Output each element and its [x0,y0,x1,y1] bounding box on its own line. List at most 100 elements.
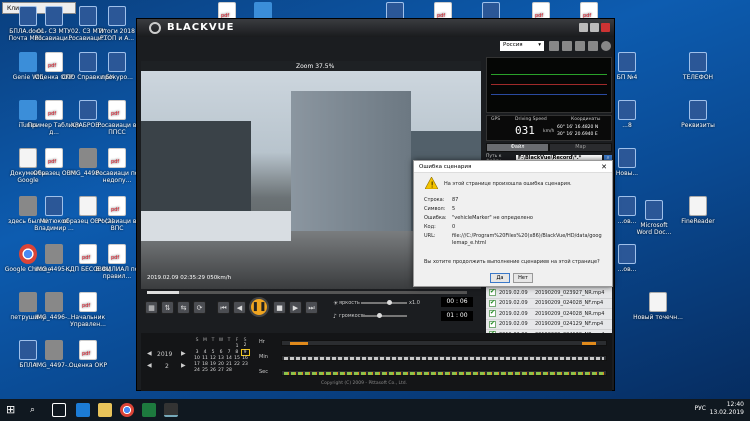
word-icon [645,200,663,220]
calendar-day[interactable]: 19 [209,361,217,367]
gear-icon[interactable] [601,41,611,51]
chrome-icon[interactable] [120,403,134,417]
calendar-day[interactable]: 23 [241,361,249,367]
tab-map[interactable]: Map [549,143,612,152]
calendar-day[interactable]: 14 [225,355,233,361]
calendar-day[interactable]: 12 [209,355,217,361]
gsensor-graph [486,57,612,113]
calendar-day[interactable] [241,367,249,373]
calendar-day[interactable]: 16 [241,355,249,361]
desktop-icon[interactable]: Реквизиты [670,100,726,129]
dialog-close-icon[interactable]: ✕ [601,163,607,171]
gps-speed-panel: GPS Driving Speed Координаты 031 km/h 60… [486,115,612,141]
file-row[interactable]: 2019.02.09 20190209_024129_NF.mp4 [486,320,612,330]
volume-thumb[interactable] [377,313,382,318]
desktop-icon[interactable]: ТЕЛЕФОН [670,52,726,81]
language-indicator[interactable]: РУС [695,405,706,413]
calendar-day[interactable]: 21 [225,361,233,367]
brightness-slider[interactable] [361,300,407,305]
desktop-icon[interactable]: ...8 [612,100,642,129]
open-folder-icon[interactable] [549,41,559,51]
desktop-icon[interactable]: ...ов... [612,244,642,273]
desktop-icon[interactable]: прокуро... [94,52,140,81]
print-icon[interactable] [588,41,598,51]
calendar-day[interactable]: 11 [201,355,209,361]
volume-slider[interactable] [361,313,407,318]
search-icon[interactable]: ⌕ [30,403,44,417]
desktop-icon[interactable]: Росавиаци в ППСС [94,100,140,136]
progress-track[interactable] [147,291,467,294]
yes-button[interactable]: Да [490,273,510,283]
snow-bank [141,211,291,241]
minute-lane[interactable] [281,355,607,361]
stop-button[interactable]: ■ [273,301,286,314]
calendar-day[interactable] [233,367,241,373]
calendar-day[interactable]: 17 [193,361,201,367]
file-checkbox[interactable] [489,299,496,307]
calendar-day[interactable]: 24 [193,367,201,373]
calendar-day[interactable]: 18 [201,361,209,367]
file-checkbox[interactable] [489,288,496,297]
calendar-day[interactable]: 20 [217,361,225,367]
year-prev-button[interactable]: ◀ [147,350,152,357]
calendar-day[interactable]: 28 [225,367,233,373]
year-next-button[interactable]: ▶ [181,350,186,357]
first-frame-button[interactable]: ⏮ [217,301,230,314]
desktop-icon[interactable]: Новы... [612,148,642,177]
camera-icon[interactable] [575,41,585,51]
calendar-day[interactable]: 10 [193,355,201,361]
desktop-icon[interactable]: В ФИЛИАЛ по правил... [94,244,140,280]
close-button[interactable] [601,23,610,32]
map-button[interactable]: ▦ [145,301,158,314]
prev-button[interactable]: ◀ [233,301,246,314]
calendar-day[interactable]: 22 [233,361,241,367]
brightness-thumb[interactable] [387,300,392,305]
month-prev-button[interactable]: ◀ [147,362,152,369]
flip-button[interactable]: ⇅ [161,301,174,314]
desktop-icon[interactable]: Начальник Управлен... [60,292,116,328]
excel-icon[interactable] [142,403,156,417]
desktop-icon[interactable]: Итоги 2018 РТОП и А... [94,6,140,42]
refresh-button[interactable]: ⟳ [193,301,206,314]
last-frame-button[interactable]: ⏭ [305,301,318,314]
mirror-button[interactable]: ⇆ [177,301,190,314]
calendar-day[interactable]: 13 [217,355,225,361]
month-next-button[interactable]: ▶ [181,362,186,369]
chevron-down-icon: ▾ [538,42,541,48]
volume-icon: ♪ [333,313,337,320]
desktop-icon[interactable]: Росавиаци по недопу... [94,148,140,184]
windows-start-icon[interactable]: ⊞ [6,403,20,417]
desktop-icon[interactable]: FineReader [670,196,726,225]
tab-file[interactable]: Файл [486,143,549,152]
calendar-day[interactable]: 26 [209,367,217,373]
minimize-button[interactable] [579,23,588,32]
desktop-icon[interactable]: БП №4 [612,52,642,81]
task-view-icon[interactable] [52,403,66,417]
speed-unit: km/h [543,129,555,134]
file-row[interactable]: 2019.02.09 20190209_023927_NR.mp4 [486,288,612,299]
file-row[interactable]: 2019.02.09 20190209_024028_NF.mp4 [486,299,612,309]
desktop-icon[interactable]: Новый точечн... [630,292,686,321]
second-lane[interactable] [281,370,607,376]
upload-icon[interactable] [562,41,572,51]
calendar-day[interactable]: 2 [241,343,249,349]
speed-label: Driving Speed [515,117,547,122]
calendar-day[interactable]: 27 [217,367,225,373]
region-select[interactable]: Россия ▾ [500,41,544,51]
file-row[interactable]: 2019.02.09 20190209_024028_NR.mp4 [486,309,612,320]
system-tray[interactable]: РУС 12:40 13.02.2019 [695,401,744,417]
maximize-button[interactable] [590,23,599,32]
file-checkbox[interactable] [489,320,496,328]
explorer-icon[interactable] [98,403,112,417]
no-button[interactable]: Нет [513,273,533,283]
file-checkbox[interactable] [489,309,496,318]
pause-button[interactable]: ❚❚ [249,297,269,317]
hour-lane[interactable] [281,340,607,346]
blackvue-task-icon[interactable] [164,403,178,417]
edge-icon[interactable] [76,403,90,417]
desktop-icon[interactable]: Оценка ОКР [60,340,116,369]
desktop-icon[interactable]: Росавиаци в ВПС [94,196,140,232]
calendar-day[interactable]: 25 [201,367,209,373]
next-button[interactable]: ▶ [289,301,302,314]
calendar-day[interactable]: 15 [233,355,241,361]
